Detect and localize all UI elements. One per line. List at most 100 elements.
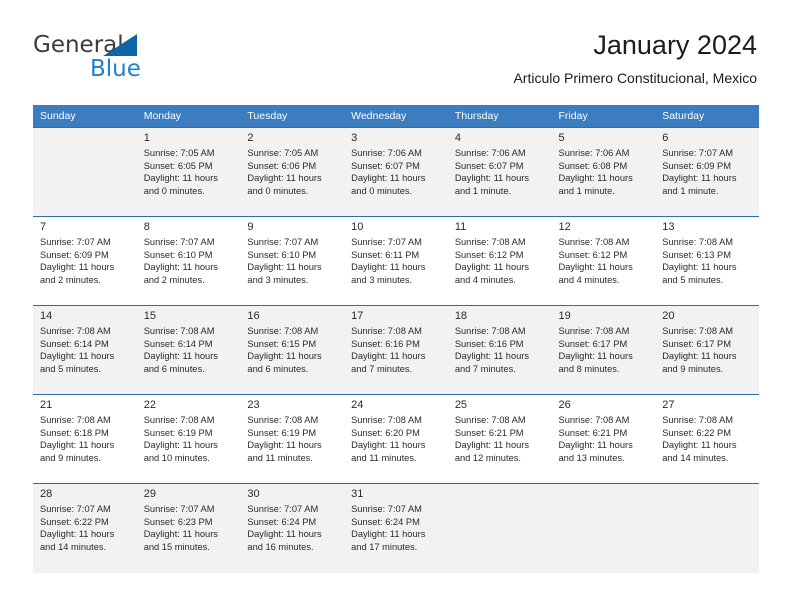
day-cell-content: 5 Sunrise: 7:06 AM Sunset: 6:08 PM Daylight… xyxy=(552,128,656,197)
day-sun-info: Sunrise: 7:08 AM Sunset: 6:19 PM Daylight:… xyxy=(144,414,235,464)
calendar-day-cell[interactable]: 10 Sunrise: 7:07 AM Sunset: 6:11 PM Dayligh… xyxy=(344,216,448,306)
day-number: 12 xyxy=(558,221,571,233)
day-daylight2-text: and 3 minutes. xyxy=(247,274,309,285)
day-sunset-text: Sunset: 6:16 PM xyxy=(351,338,420,349)
calendar-day-cell[interactable]: 7 Sunrise: 7:07 AM Sunset: 6:09 PM Daylight… xyxy=(33,216,137,306)
day-number: 5 xyxy=(558,132,565,144)
calendar-day-cell[interactable]: 4 Sunrise: 7:06 AM Sunset: 6:07 PM Daylight… xyxy=(447,127,552,217)
day-sunset-text: Sunset: 6:09 PM xyxy=(662,160,731,171)
day-daylight1-text: Daylight: 11 hours xyxy=(558,262,633,273)
calendar-day-cell[interactable]: 16 Sunrise: 7:08 AM Sunset: 6:15 PM Dayligh… xyxy=(240,305,345,395)
day-sun-info: Sunrise: 7:08 AM Sunset: 6:20 PM Daylight:… xyxy=(351,414,442,464)
calendar-day-cell[interactable]: 9 Sunrise: 7:07 AM Sunset: 6:10 PM Daylight… xyxy=(240,216,345,306)
day-sunrise-text: Sunrise: 7:08 AM xyxy=(143,415,215,425)
day-cell-content: 14 Sunrise: 7:08 AM Sunset: 6:14 PM Dayligh… xyxy=(33,306,137,375)
day-sunrise-text: Sunrise: 7:08 AM xyxy=(662,326,734,336)
day-daylight1-text: Daylight: 11 hours xyxy=(351,529,426,540)
day-sunrise-text: Sunrise: 7:08 AM xyxy=(558,415,630,425)
calendar-day-cell[interactable]: 26 Sunrise: 7:08 AM Sunset: 6:21 PM Dayligh… xyxy=(551,394,656,484)
day-number: 1 xyxy=(143,132,150,144)
calendar-day-cell[interactable]: 13 Sunrise: 7:08 AM Sunset: 6:13 PM Dayligh… xyxy=(655,216,759,306)
calendar-day-cell[interactable]: 15 Sunrise: 7:08 AM Sunset: 6:14 PM Dayligh… xyxy=(136,305,241,395)
day-cell-content: 31 Sunrise: 7:07 AM Sunset: 6:24 PM Dayligh… xyxy=(344,484,448,553)
day-daylight1-text: Daylight: 11 hours xyxy=(143,262,218,273)
calendar-day-cell[interactable]: 30 Sunrise: 7:07 AM Sunset: 6:24 PM Dayligh… xyxy=(240,483,345,573)
calendar-day-cell[interactable]: 18 Sunrise: 7:08 AM Sunset: 6:16 PM Dayligh… xyxy=(447,305,552,395)
day-number: 26 xyxy=(558,399,571,411)
calendar-day-cell[interactable]: 12 Sunrise: 7:08 AM Sunset: 6:12 PM Dayligh… xyxy=(551,216,656,306)
day-sunset-text: Sunset: 6:22 PM xyxy=(662,427,731,438)
day-cell-content: 6 Sunrise: 7:07 AM Sunset: 6:09 PM Daylight… xyxy=(655,128,759,197)
day-sunrise-text: Sunrise: 7:08 AM xyxy=(143,326,215,336)
day-daylight2-text: and 14 minutes. xyxy=(40,541,107,552)
day-sunrise-text: Sunrise: 7:08 AM xyxy=(558,326,630,336)
calendar-day-cell[interactable]: 24 Sunrise: 7:08 AM Sunset: 6:20 PM Dayligh… xyxy=(344,394,448,484)
calendar-body: 1 Sunrise: 7:05 AM Sunset: 6:05 PM Daylight… xyxy=(33,127,759,573)
calendar-day-cell[interactable]: 1 Sunrise: 7:05 AM Sunset: 6:05 PM Daylight… xyxy=(136,127,241,217)
day-sunset-text: Sunset: 6:17 PM xyxy=(558,338,628,349)
day-number: 14 xyxy=(40,310,53,322)
general-blue-logo[interactable]: General Blue xyxy=(33,32,223,82)
calendar-day-cell[interactable]: 28 Sunrise: 7:07 AM Sunset: 6:22 PM Dayligh… xyxy=(33,483,137,573)
day-cell-content: 11 Sunrise: 7:08 AM Sunset: 6:12 PM Dayligh… xyxy=(448,217,552,286)
calendar-day-cell[interactable]: 25 Sunrise: 7:08 AM Sunset: 6:21 PM Dayligh… xyxy=(447,394,552,484)
day-daylight1-text: Daylight: 11 hours xyxy=(247,529,322,540)
day-cell-content: 21 Sunrise: 7:08 AM Sunset: 6:18 PM Dayligh… xyxy=(33,395,137,464)
calendar-header-row: Sunday Monday Tuesday Wednesday Thursday… xyxy=(33,105,759,128)
day-daylight1-text: Daylight: 11 hours xyxy=(247,351,322,362)
calendar-day-cell[interactable]: 11 Sunrise: 7:08 AM Sunset: 6:12 PM Dayligh… xyxy=(447,216,552,306)
day-sun-info: Sunrise: 7:07 AM Sunset: 6:09 PM Daylight:… xyxy=(662,147,753,197)
day-sunrise-text: Sunrise: 7:08 AM xyxy=(454,326,526,336)
day-cell-content: 30 Sunrise: 7:07 AM Sunset: 6:24 PM Dayligh… xyxy=(240,484,344,553)
calendar-day-cell[interactable]: 27 Sunrise: 7:08 AM Sunset: 6:22 PM Dayligh… xyxy=(655,394,759,484)
day-cell-content: 25 Sunrise: 7:08 AM Sunset: 6:21 PM Dayligh… xyxy=(448,395,552,464)
calendar-day-cell[interactable]: 31 Sunrise: 7:07 AM Sunset: 6:24 PM Dayligh… xyxy=(344,483,448,573)
day-cell-content: 15 Sunrise: 7:08 AM Sunset: 6:14 PM Dayligh… xyxy=(137,306,241,375)
calendar-day-cell[interactable]: 21 Sunrise: 7:08 AM Sunset: 6:18 PM Dayligh… xyxy=(33,394,137,484)
day-sun-info: Sunrise: 7:08 AM Sunset: 6:18 PM Daylight:… xyxy=(40,414,131,464)
day-cell-content: 18 Sunrise: 7:08 AM Sunset: 6:16 PM Dayligh… xyxy=(448,306,552,375)
day-sun-info: Sunrise: 7:08 AM Sunset: 6:12 PM Daylight:… xyxy=(559,236,650,286)
calendar-day-cell[interactable]: 2 Sunrise: 7:05 AM Sunset: 6:06 PM Daylight… xyxy=(240,127,345,217)
day-cell-content: 29 Sunrise: 7:07 AM Sunset: 6:23 PM Dayligh… xyxy=(137,484,241,553)
day-daylight1-text: Daylight: 11 hours xyxy=(351,440,426,451)
day-sun-info: Sunrise: 7:06 AM Sunset: 6:07 PM Daylight:… xyxy=(351,147,442,197)
calendar-day-cell[interactable]: 8 Sunrise: 7:07 AM Sunset: 6:10 PM Daylight… xyxy=(136,216,241,306)
day-sunset-text: Sunset: 6:17 PM xyxy=(662,338,731,349)
day-daylight2-text: and 5 minutes. xyxy=(40,363,101,374)
day-sunrise-text: Sunrise: 7:06 AM xyxy=(558,148,630,158)
day-number: 23 xyxy=(247,399,260,411)
calendar-day-cell[interactable]: 23 Sunrise: 7:08 AM Sunset: 6:19 PM Dayligh… xyxy=(240,394,345,484)
day-daylight2-text: and 4 minutes. xyxy=(454,274,516,285)
day-sunset-text: Sunset: 6:20 PM xyxy=(351,427,420,438)
day-cell-content: 13 Sunrise: 7:08 AM Sunset: 6:13 PM Dayligh… xyxy=(655,217,759,286)
calendar-day-cell[interactable]: 17 Sunrise: 7:08 AM Sunset: 6:16 PM Dayligh… xyxy=(344,305,448,395)
day-sunrise-text: Sunrise: 7:08 AM xyxy=(40,326,111,336)
calendar-day-cell[interactable]: 19 Sunrise: 7:08 AM Sunset: 6:17 PM Dayligh… xyxy=(551,305,656,395)
day-sunrise-text: Sunrise: 7:06 AM xyxy=(351,148,422,158)
calendar-day-cell[interactable]: 5 Sunrise: 7:06 AM Sunset: 6:08 PM Daylight… xyxy=(551,127,656,217)
day-sunset-text: Sunset: 6:24 PM xyxy=(351,516,420,527)
day-sunset-text: Sunset: 6:24 PM xyxy=(247,516,317,527)
day-sun-info: Sunrise: 7:08 AM Sunset: 6:14 PM Daylight:… xyxy=(40,325,131,375)
day-cell-content: 4 Sunrise: 7:06 AM Sunset: 6:07 PM Daylight… xyxy=(448,128,552,197)
day-sunset-text: Sunset: 6:12 PM xyxy=(454,249,524,260)
day-number: 3 xyxy=(351,132,358,144)
calendar-day-cell[interactable]: 6 Sunrise: 7:07 AM Sunset: 6:09 PM Daylight… xyxy=(655,127,759,217)
day-daylight1-text: Daylight: 11 hours xyxy=(558,440,633,451)
day-sun-info: Sunrise: 7:08 AM Sunset: 6:17 PM Daylight:… xyxy=(662,325,753,375)
day-sunrise-text: Sunrise: 7:07 AM xyxy=(143,237,215,247)
calendar-week-row: 28 Sunrise: 7:07 AM Sunset: 6:22 PM Dayligh… xyxy=(33,483,759,573)
day-sun-info: Sunrise: 7:07 AM Sunset: 6:09 PM Daylight:… xyxy=(40,236,131,286)
day-number: 4 xyxy=(454,132,461,144)
day-daylight2-text: and 11 minutes. xyxy=(351,452,417,463)
day-sunset-text: Sunset: 6:19 PM xyxy=(247,427,317,438)
calendar-day-cell[interactable]: 20 Sunrise: 7:08 AM Sunset: 6:17 PM Dayligh… xyxy=(655,305,759,395)
calendar-day-cell[interactable]: 3 Sunrise: 7:06 AM Sunset: 6:07 PM Daylight… xyxy=(344,127,448,217)
calendar-day-cell[interactable]: 14 Sunrise: 7:08 AM Sunset: 6:14 PM Dayligh… xyxy=(33,305,137,395)
calendar-day-cell[interactable]: 22 Sunrise: 7:08 AM Sunset: 6:19 PM Dayligh… xyxy=(136,394,241,484)
calendar-day-cell[interactable]: 29 Sunrise: 7:07 AM Sunset: 6:23 PM Dayligh… xyxy=(136,483,241,573)
calendar-week-row: 1 Sunrise: 7:05 AM Sunset: 6:05 PM Daylight… xyxy=(33,127,759,217)
day-daylight2-text: and 1 minute. xyxy=(558,185,615,196)
day-number: 31 xyxy=(351,488,364,500)
